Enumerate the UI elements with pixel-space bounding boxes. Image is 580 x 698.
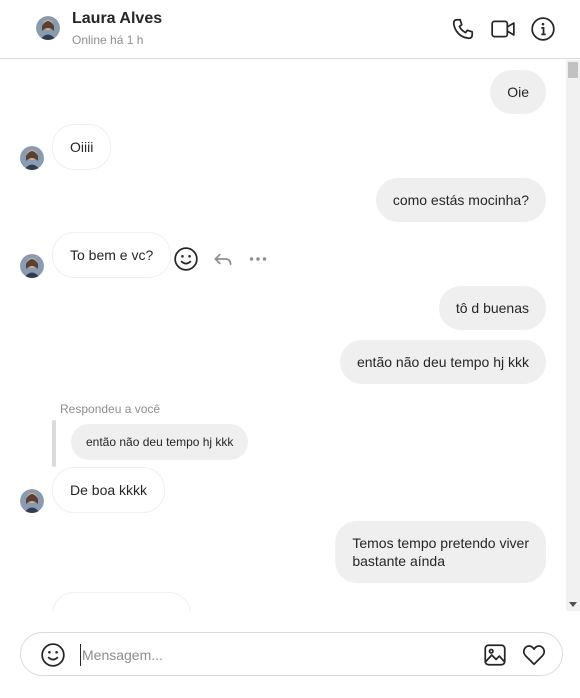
emoji-icon[interactable] bbox=[40, 642, 66, 668]
message-bubble-outgoing[interactable]: Temos tempo pretendo viver bastante aínd… bbox=[335, 521, 546, 583]
info-icon[interactable] bbox=[530, 16, 556, 42]
reply-quote-bar bbox=[52, 420, 56, 467]
message-bubble-outgoing[interactable]: Oie bbox=[490, 70, 546, 114]
message-input[interactable] bbox=[80, 644, 470, 666]
contact-status: Online há 1 h bbox=[72, 33, 144, 47]
sender-avatar[interactable] bbox=[20, 254, 44, 278]
phone-icon[interactable] bbox=[450, 16, 476, 42]
message-bubble-outgoing[interactable]: tô d buenas bbox=[438, 286, 546, 330]
scrollbar-thumb[interactable] bbox=[568, 62, 578, 78]
contact-avatar[interactable] bbox=[36, 16, 60, 40]
image-icon[interactable] bbox=[482, 642, 508, 668]
message-bubble-incoming[interactable]: To bem e vc? bbox=[52, 232, 172, 278]
message-bubble-outgoing[interactable]: então não deu tempo hj kkk bbox=[339, 340, 546, 384]
react-emoji-icon[interactable] bbox=[173, 246, 199, 272]
message-thread[interactable]: Oie Oiiii como estás mocinha? To bem e v… bbox=[0, 60, 566, 611]
quoted-message[interactable]: então não deu tempo hj kkk bbox=[71, 424, 249, 460]
message-bubble-incoming[interactable] bbox=[52, 592, 191, 611]
heart-icon[interactable] bbox=[521, 642, 547, 668]
more-options-icon[interactable] bbox=[245, 246, 271, 272]
message-bubble-incoming[interactable]: De boa kkkk bbox=[52, 467, 166, 513]
message-composer bbox=[20, 632, 563, 676]
video-call-icon[interactable] bbox=[490, 16, 516, 42]
message-bubble-incoming[interactable]: Oiiii bbox=[52, 124, 112, 170]
sender-avatar[interactable] bbox=[20, 489, 44, 513]
message-text-line: bastante aínda bbox=[352, 553, 445, 569]
thread-scrollbar[interactable] bbox=[566, 60, 580, 611]
contact-name[interactable]: Laura Alves bbox=[72, 10, 162, 28]
scroll-down-arrow-icon[interactable] bbox=[569, 602, 577, 607]
reply-label: Respondeu a você bbox=[60, 402, 161, 416]
reply-arrow-icon[interactable] bbox=[210, 246, 236, 272]
sender-avatar[interactable] bbox=[20, 146, 44, 170]
message-bubble-outgoing[interactable]: como estás mocinha? bbox=[375, 178, 546, 222]
message-text-line: Temos tempo pretendo viver bbox=[352, 535, 529, 551]
chat-header: Laura Alves Online há 1 h bbox=[0, 0, 580, 59]
